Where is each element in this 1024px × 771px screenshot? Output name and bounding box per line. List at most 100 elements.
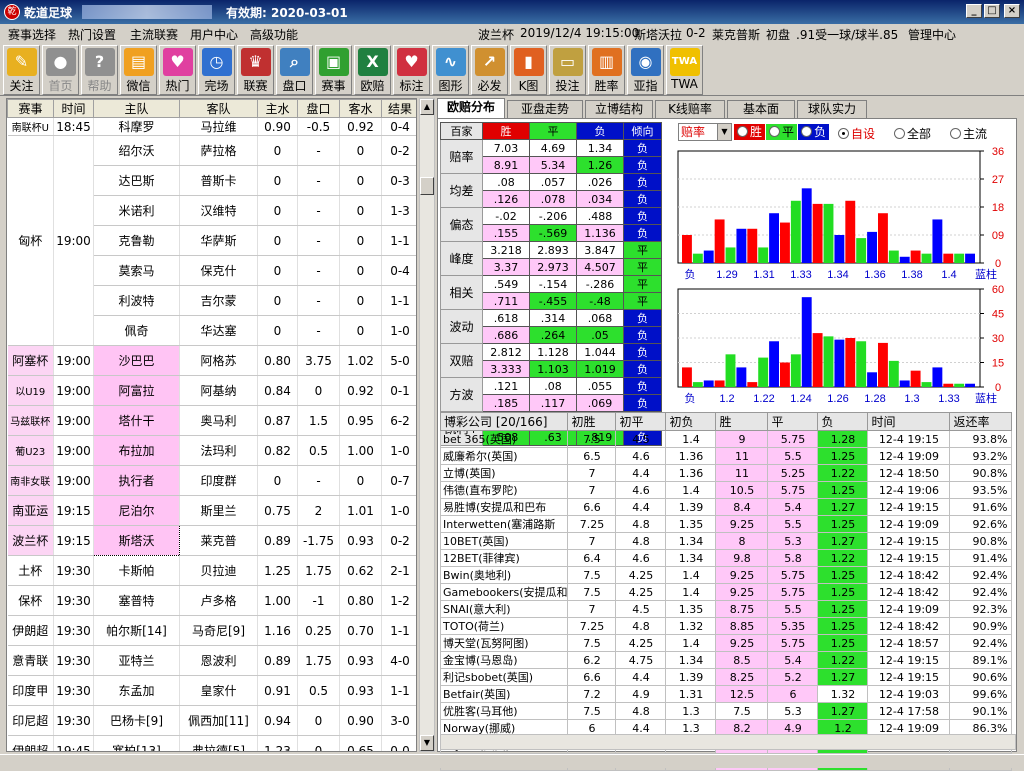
- toolbar-button-wechat[interactable]: ▤ 微信: [120, 45, 157, 95]
- col-header-1[interactable]: 时间: [53, 99, 94, 118]
- chevron-down-icon[interactable]: ▼: [717, 124, 731, 140]
- bookmaker-row[interactable]: TOTO(荷兰) 7.25 4.8 1.32 8.85 5.35 1.25 12-4 18:4…: [439, 617, 1013, 635]
- bar-blue: [867, 231, 877, 263]
- bookmaker-col-header-7[interactable]: 时间: [867, 412, 951, 431]
- admin-center-link[interactable]: 管理中心: [908, 26, 956, 43]
- chart-metric-select[interactable]: 赔率 ▼: [678, 123, 732, 141]
- match-row[interactable]: 马兹联杯 19:00 塔什干 奥马利 0.87 1.5 0.95 6-2: [7, 405, 416, 436]
- toolbar-button-excel[interactable]: X 欧赔: [354, 45, 391, 95]
- col-header-4[interactable]: 主水: [257, 99, 298, 118]
- menu-main-leagues[interactable]: 主流联赛: [130, 26, 178, 43]
- col-header-0[interactable]: 赛事: [7, 99, 54, 118]
- radio-custom[interactable]: 自设: [838, 125, 875, 142]
- tab-kline-odds[interactable]: K线赔率: [655, 100, 725, 118]
- bookmaker-row[interactable]: 优胜客(马耳他) 7.5 4.8 1.3 7.5 5.3 1.27 12-4 17:58 90.…: [439, 702, 1013, 720]
- match-row[interactable]: 保杯 19:30 塞普特 卢多格 1.00 -1 0.80 1-2: [7, 585, 416, 616]
- bookmaker-row[interactable]: 威廉希尔(英国) 6.5 4.6 1.36 11 5.5 1.25 12-4 19:09 93.…: [439, 447, 1013, 465]
- bookmaker-col-header-2[interactable]: 初平: [615, 412, 667, 431]
- toolbar-button-trophy[interactable]: ♛ 联赛: [237, 45, 274, 95]
- toolbar-button-kline[interactable]: ▮ K图: [510, 45, 547, 95]
- toolbar-button-twa[interactable]: TWA TWA: [666, 45, 703, 95]
- toolbar-button-globe[interactable]: ◉ 亚指: [627, 45, 664, 95]
- scroll-thumb[interactable]: [420, 177, 434, 195]
- checkbox-loss[interactable]: 负: [798, 124, 830, 140]
- bookmaker-row[interactable]: 利记sbobet(英国) 6.6 4.4 1.39 8.25 5.2 1.27 12-4 19…: [439, 668, 1013, 686]
- bookmaker-row[interactable]: 易胜博(安提瓜和巴布 6.6 4.4 1.39 8.4 5.4 1.27 12-4 19:15…: [439, 498, 1013, 516]
- match-row[interactable]: 土杯 19:30 卡斯帕 贝拉迪 1.25 1.75 0.62 2-1: [7, 555, 416, 586]
- menu-user-center[interactable]: 用户中心: [190, 26, 238, 43]
- toolbar-button-pushpin[interactable]: ✎ 关注: [3, 45, 40, 95]
- minimize-button[interactable]: _: [966, 4, 982, 18]
- bookmaker-row[interactable]: 博天堂(瓦努阿图) 7.5 4.25 1.4 9.25 5.75 1.25 12-4 18:5…: [439, 634, 1013, 652]
- match-row[interactable]: 意青联 19:30 亚特兰 恩波利 0.89 1.75 0.93 4-0: [7, 645, 416, 676]
- tab-team-strength[interactable]: 球队实力: [797, 100, 867, 118]
- toolbar-button-heart[interactable]: ♥ 热门: [159, 45, 196, 95]
- toolbar-button-line-chart[interactable]: ∿ 图形: [432, 45, 469, 95]
- bookmaker-row[interactable]: 金宝博(马恩岛) 6.2 4.75 1.34 8.5 5.4 1.22 12-4 19:15 8…: [439, 651, 1013, 669]
- bookmaker-row[interactable]: Gamebookers(安提瓜和 7.5 4.25 1.4 9.25 5.75 1.25 12…: [439, 583, 1013, 601]
- tab-euro-odds-distribution[interactable]: 欧赔分布: [437, 98, 505, 118]
- menu-advanced[interactable]: 高级功能: [250, 26, 298, 43]
- radio-all[interactable]: 全部: [894, 125, 931, 142]
- toolbar-button-cart[interactable]: ▥ 胜率: [588, 45, 625, 95]
- bookmaker-row[interactable]: 10BET(英国) 7 4.8 1.34 8 5.3 1.27 12-4 19:15 90.8%: [439, 532, 1013, 550]
- bookmaker-row[interactable]: 12BET(菲律宾) 6.4 4.6 1.34 9.8 5.8 1.22 12-4 19:15…: [439, 549, 1013, 567]
- toolbar-button-trend[interactable]: ↗ 必发: [471, 45, 508, 95]
- toolbar-button-home[interactable]: ● 首页: [42, 45, 79, 95]
- match-row[interactable]: 印尼超 19:30 巴杨卡[9] 佩西加[11] 0.94 0 0.90 3-0: [7, 705, 416, 736]
- col-header-6[interactable]: 客水: [339, 99, 382, 118]
- scroll-down-arrow-icon[interactable]: ▼: [420, 735, 434, 751]
- col-header-7[interactable]: 结果: [381, 99, 416, 118]
- bookmaker-col-header-6[interactable]: 负: [817, 412, 869, 431]
- bookmaker-col-header-8[interactable]: 返还率: [949, 412, 1013, 431]
- radio-main[interactable]: 主流: [950, 125, 987, 142]
- match-row[interactable]: 南亚运 19:15 尼泊尔 斯里兰 0.75 2 1.01 1-0: [7, 495, 416, 526]
- bookmaker-row[interactable]: SNAI(意大利) 7 4.5 1.35 8.75 5.5 1.25 12-4 19:09 92…: [439, 600, 1013, 618]
- scroll-up-arrow-icon[interactable]: ▲: [420, 99, 434, 115]
- bookmaker-col-header-3[interactable]: 初负: [665, 412, 717, 431]
- toolbar-button-heart-flag[interactable]: ♥ 标注: [393, 45, 430, 95]
- match-row[interactable]: 伊朗超 19:30 帕尔斯[14] 马奇尼[9] 1.16 0.25 0.70 1-1: [7, 615, 416, 646]
- match-row[interactable]: 葡U23 19:00 布拉加 法玛利 0.82 0.5 1.00 1-0: [7, 435, 416, 466]
- bookmaker-row[interactable]: Betfair(英国) 7.2 4.9 1.31 12.5 6 1.32 12-4 19:03…: [439, 685, 1013, 703]
- checkbox-win[interactable]: 胜: [734, 124, 766, 140]
- bookmaker-row[interactable]: Interwetten(塞浦路斯 7.25 4.8 1.35 9.25 5.5 1.25 12…: [439, 515, 1013, 533]
- match-row[interactable]: 匈杯 19:00 绍尔沃 萨拉格 0-0 0-2: [7, 135, 416, 346]
- close-button[interactable]: ×: [1004, 4, 1020, 18]
- match-row[interactable]: 伊朗超 19:45 塞柏[13] 弗拉德[5] 1.23 0 0.65 0-0: [7, 735, 416, 751]
- match-row[interactable]: 南非女联 19:00 执行者 印度群 0-0 0-7: [7, 465, 416, 496]
- bookmaker-col-header-5[interactable]: 平: [767, 412, 819, 431]
- bookmaker-col-header-4[interactable]: 胜: [715, 412, 769, 431]
- bookmaker-row[interactable]: bet 365(英国) 7.5 4.5 1.4 9 5.75 1.28 12-4 19:15 9…: [439, 430, 1013, 448]
- bookmaker-row[interactable]: Bwin(奥地利) 7.5 4.25 1.4 9.25 5.75 1.25 12-4 18:4…: [439, 566, 1013, 584]
- bookmaker-row[interactable]: 立博(英国) 7 4.4 1.36 11 5.25 1.22 12-4 18:50 90.8%: [439, 464, 1013, 482]
- bookmaker-col-header-1[interactable]: 初胜: [567, 412, 617, 431]
- match-row[interactable]: 波兰杯 19:15 斯塔沃 莱克普 0.89 -1.75 0.93 0-2: [7, 525, 416, 556]
- toolbar-button-clock[interactable]: ◷ 完场: [198, 45, 235, 95]
- bar-blue: [932, 367, 943, 387]
- menu-hot-settings[interactable]: 热门设置: [68, 26, 116, 43]
- col-header-5[interactable]: 盘口: [297, 99, 340, 118]
- maximize-button[interactable]: □: [984, 4, 1000, 18]
- match-row[interactable]: 以U19 19:00 阿富拉 阿基纳 0.84 0 0.92 0-1: [7, 375, 416, 406]
- bookmaker-row[interactable]: 伟德(直布罗陀) 7 4.6 1.4 10.5 5.75 1.25 12-4 19:06 93.…: [439, 481, 1013, 499]
- bookmaker-value: 12-4 17:58: [867, 702, 951, 720]
- match-row[interactable]: 阿塞杯 19:00 沙巴巴 阿格苏 0.80 3.75 1.02 5-0: [7, 345, 416, 376]
- toolbar-button-magnifier[interactable]: ⌕ 盘口: [276, 45, 313, 95]
- match-row[interactable]: 印度甲 19:30 东孟加 皇家什 0.91 0.5 0.93 1-1: [7, 675, 416, 706]
- col-header-2[interactable]: 主队: [93, 99, 180, 118]
- toolbar-button-folder[interactable]: ▭ 投注: [549, 45, 586, 95]
- bookmaker-table-hscrollbar[interactable]: [440, 734, 1016, 750]
- toolbar-button-help[interactable]: ? 帮助: [81, 45, 118, 95]
- bookmaker-value: 8: [715, 532, 769, 550]
- bookmaker-col-header-0[interactable]: 博彩公司 [20/166]: [439, 412, 569, 431]
- match-row[interactable]: 南联杯U 18:45 科摩罗 马拉维 0.90 -0.5 0.92 0-4: [7, 117, 416, 136]
- match-list-scrollbar[interactable]: ▲ ▼: [419, 98, 435, 752]
- tab-asian-handicap-trend[interactable]: 亚盘走势: [507, 100, 583, 118]
- checkbox-draw[interactable]: 平: [766, 124, 798, 140]
- toolbar-button-monitor[interactable]: ▣ 赛事: [315, 45, 352, 95]
- tab-fundamentals[interactable]: 基本面: [727, 100, 795, 118]
- col-header-3[interactable]: 客队: [179, 99, 258, 118]
- tab-ladbrokes-structure[interactable]: 立博结构: [585, 100, 653, 118]
- menu-match-select[interactable]: 赛事选择: [8, 26, 56, 43]
